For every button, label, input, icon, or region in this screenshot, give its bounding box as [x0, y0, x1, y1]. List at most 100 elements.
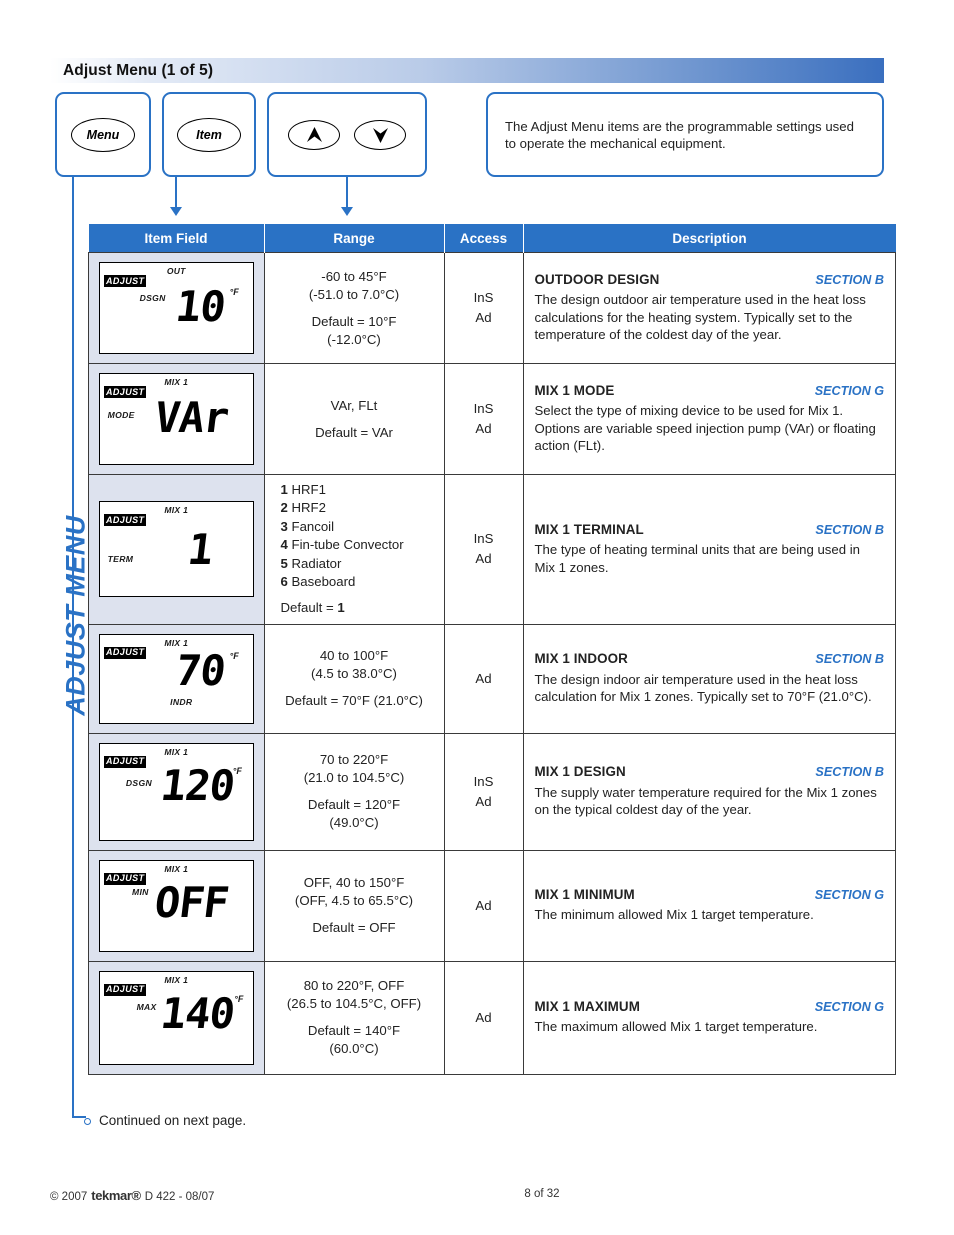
lcd-display: ADJUST MIX 1 TERM 1	[99, 501, 254, 598]
description-header: MIX 1 TERMINAL SECTION B	[535, 521, 885, 539]
page-footer: © 2007 tekmar® D 422 - 08/07 8 of 32	[50, 1188, 884, 1203]
range-option-text: Baseboard	[287, 574, 356, 590]
up-arrow-button[interactable]	[288, 119, 340, 150]
arrow-down-icon	[372, 127, 388, 143]
section-reference-link[interactable]: SECTION G	[815, 383, 884, 400]
description-body: The supply water temperature required fo…	[534, 784, 877, 818]
lcd-adjust-badge: ADJUST	[104, 386, 147, 398]
table-row: ADJUST MIX 1 MODE VAr VAr, FLt Default = VAr I…	[88, 363, 896, 475]
range-line-group: Default = OFF	[312, 920, 396, 936]
lcd-value: 10	[173, 282, 229, 331]
lcd-display: ADJUST MIX 1 DSGN 120 °F	[99, 742, 254, 841]
page-title: Adjust Menu (1 of 5)	[63, 61, 214, 79]
range-cell: 80 to 220°F, OFF (26.5 to 104.5°C, OFF) De…	[263, 960, 445, 1075]
section-reference-link[interactable]: SECTION B	[815, 522, 884, 539]
item-field-cell: ADJUST MIX 1 MODE VAr	[88, 363, 265, 475]
range-line-group: -60 to 45°F (-51.0 to 7.0°C)	[308, 268, 400, 302]
page-title-bar: Adjust Menu (1 of 5)	[50, 58, 884, 83]
description-cell: MIX 1 MODE SECTION G Select the type of mi…	[522, 363, 896, 475]
column-header-item-field: Item Field	[88, 224, 265, 253]
lcd-field-label: MAX	[136, 1001, 157, 1012]
description-body: The type of heating terminal units that …	[534, 542, 861, 575]
footer-copyright: © 2007	[50, 1191, 88, 1203]
section-reference-link[interactable]: SECTION B	[815, 764, 884, 781]
item-field-cell: ADJUST MIX 1 MIN OFF	[88, 849, 265, 962]
continued-label: Continued on next page.	[99, 1113, 247, 1128]
description-title: MIX 1 INDOOR	[534, 651, 628, 667]
range-option-number: 1	[280, 482, 288, 497]
table-body: ADJUST OUT DSGN 10 °F -60 to 45°F (-51.0 to 7.…	[88, 252, 896, 1075]
lcd-field-label: MIN	[132, 886, 149, 897]
section-reference-link[interactable]: SECTION G	[815, 887, 884, 904]
section-reference-link[interactable]: SECTION B	[815, 272, 884, 289]
description-body: The maximum allowed Mix 1 target tempera…	[534, 1019, 818, 1035]
description-body: The minimum allowed Mix 1 target tempera…	[534, 907, 814, 923]
lcd-zone-label: OUT	[166, 266, 186, 276]
arrow-up-icon	[306, 126, 322, 142]
lcd-adjust-badge: ADJUST	[104, 872, 147, 885]
range-cell: 40 to 100°F (4.5 to 38.0°C) Default = 70°F…	[263, 623, 445, 734]
lcd-field-label: TERM	[107, 554, 134, 565]
range-default-value: 1	[337, 600, 345, 616]
range-line-group: Default = 10°F (-12.0°C)	[311, 313, 397, 347]
connector-arrows-vertical	[346, 177, 348, 209]
table-row: ADJUST MIX 1 MAX 140 °F 80 to 220°F, OFF (26.5…	[88, 960, 896, 1075]
item-field-cell: ADJUST OUT DSGN 10 °F	[88, 252, 265, 364]
connector-menu-horizontal	[72, 1116, 86, 1118]
intro-note-text: The Adjust Menu items are the programmab…	[505, 118, 854, 151]
lcd-unit-label: °F	[234, 993, 244, 1004]
description-cell: MIX 1 DESIGN SECTION B The supply water te…	[522, 732, 896, 851]
item-key-box: Item	[162, 92, 256, 177]
range-line-group: 40 to 100°F (4.5 to 38.0°C)	[311, 648, 397, 682]
description-body: The design indoor air temperature used i…	[534, 671, 872, 705]
column-header-access: Access	[444, 224, 524, 253]
description-header: MIX 1 MINIMUM SECTION G	[535, 886, 885, 904]
lcd-adjust-badge: ADJUST	[104, 514, 147, 527]
lcd-adjust-badge: ADJUST	[104, 275, 147, 287]
item-button[interactable]: Item	[177, 117, 241, 152]
range-option-number: 4	[280, 537, 288, 553]
description-header: OUTDOOR DESIGN SECTION B	[535, 271, 885, 289]
description-title: MIX 1 MINIMUM	[534, 886, 635, 902]
description-title: MIX 1 MAXIMUM	[534, 998, 640, 1014]
range-option-text: HRF2	[287, 500, 326, 516]
connector-arrows-arrowhead	[341, 207, 353, 216]
connector-item-arrowhead	[170, 207, 182, 216]
range-default: Default = 1	[281, 599, 438, 617]
adjust-menu-table: Item Field Range Access Description ADJU…	[88, 224, 896, 1075]
access-cell: InS Ad	[443, 732, 524, 851]
range-option-number: 2	[280, 500, 288, 516]
range-line-group: Default = VAr	[315, 424, 393, 440]
section-reference-link[interactable]: SECTION B	[815, 651, 884, 668]
range-line-group: Default = 140°F (60.0°C)	[307, 1023, 401, 1057]
section-reference-link[interactable]: SECTION G	[815, 999, 884, 1016]
access-cell: InS Ad	[443, 252, 524, 364]
lcd-field-label: DSGN	[139, 293, 166, 303]
down-arrow-button[interactable]	[354, 119, 406, 150]
lcd-value: VAr	[151, 393, 231, 442]
lcd-display: ADJUST MIX 1 MAX 140 °F	[99, 970, 254, 1065]
item-field-cell: ADJUST MIX 1 INDR 70 °F	[88, 623, 265, 734]
access-cell: Ad	[443, 849, 524, 962]
menu-button[interactable]: Menu	[71, 117, 135, 152]
table-row: ADJUST MIX 1 MIN OFF OFF, 40 to 150°F (OFF, 4…	[88, 849, 896, 962]
description-cell: MIX 1 INDOOR SECTION B The design indoor a…	[522, 623, 896, 734]
description-title: MIX 1 MODE	[534, 382, 615, 398]
connector-item-vertical	[175, 177, 177, 209]
lcd-display: ADJUST OUT DSGN 10 °F	[99, 262, 254, 354]
access-cell: InS Ad	[443, 474, 524, 625]
lcd-value: 1	[185, 525, 216, 575]
range-option: 3 Fancoil	[281, 518, 438, 536]
range-option: 1 HRF1	[281, 481, 438, 499]
table-row: ADJUST MIX 1 INDR 70 °F 40 to 100°F (4.5 to 38…	[88, 623, 896, 734]
intro-note-box: The Adjust Menu items are the programmab…	[486, 92, 884, 177]
range-line-group: OFF, 40 to 150°F (OFF, 4.5 to 65.5°C)	[294, 875, 414, 909]
description-cell: OUTDOOR DESIGN SECTION B The design outdoo…	[522, 252, 896, 364]
description-body: Select the type of mixing device to be u…	[534, 403, 876, 453]
lcd-unit-label: °F	[232, 765, 242, 776]
footer-brand: tekmar®	[91, 1188, 141, 1203]
description-header: MIX 1 MODE SECTION G	[535, 382, 885, 400]
lcd-value: OFF	[151, 877, 231, 927]
description-cell: MIX 1 MAXIMUM SECTION G The maximum allowe…	[522, 960, 896, 1075]
lcd-unit-label: °F	[229, 287, 239, 297]
